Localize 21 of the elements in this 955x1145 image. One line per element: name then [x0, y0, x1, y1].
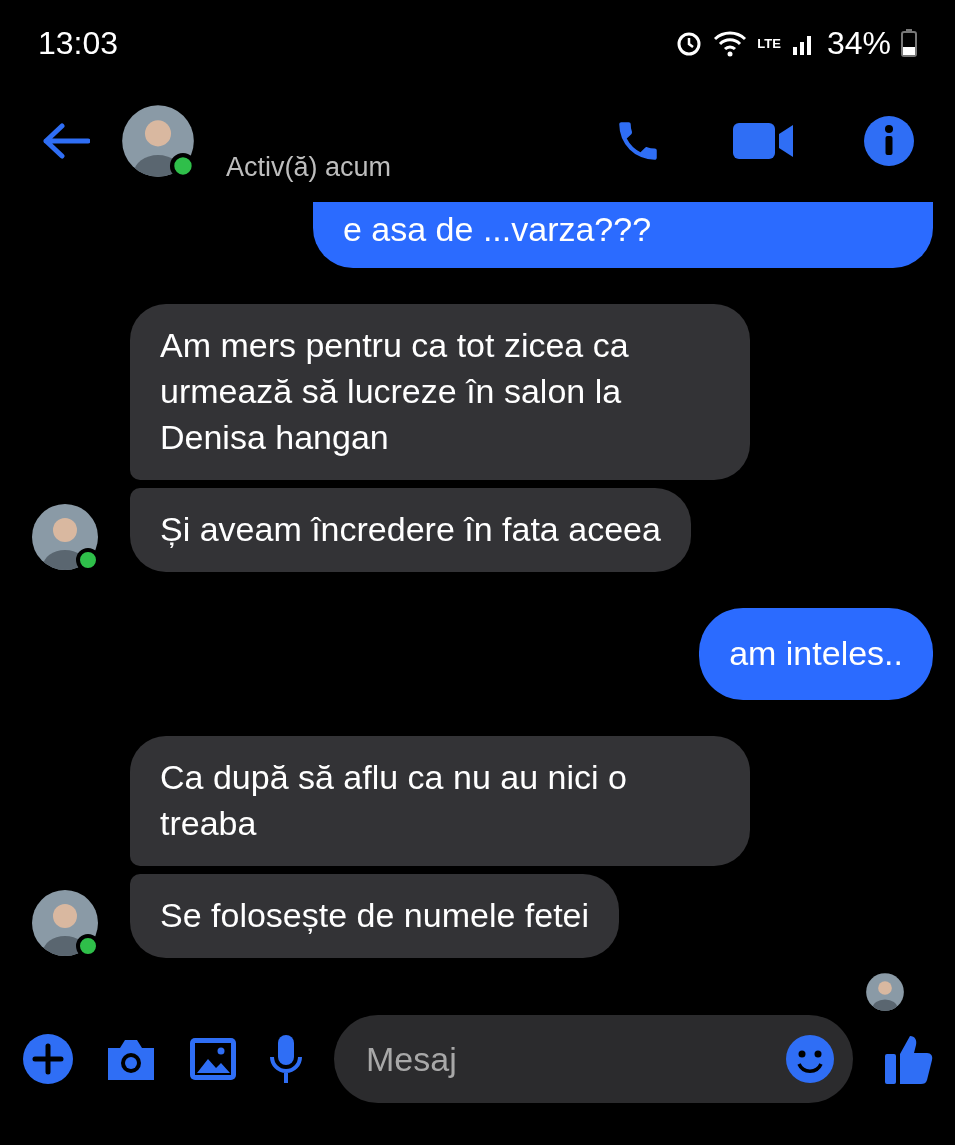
received-message: Am mers pentru ca tot zicea ca urmează să lucreze în salon la Denisa hangan — [130, 304, 750, 480]
received-message: Și aveam încredere în fata aceea — [130, 488, 691, 572]
info-icon[interactable] — [863, 115, 915, 167]
active-status: Activ(ă) acum — [226, 151, 392, 183]
emoji-icon[interactable] — [785, 1034, 835, 1084]
back-icon[interactable] — [42, 123, 90, 159]
received-message: Ca după să aflu ca nu au nici o treaba — [130, 736, 750, 866]
battery-level: 34% — [826, 24, 891, 62]
message-input[interactable]: Mesaj — [334, 1015, 853, 1103]
image-icon[interactable] — [188, 1036, 238, 1082]
sent-message: e asa de ...varza??? — [313, 202, 933, 268]
battery-icon — [901, 29, 917, 57]
network-label: LTE — [757, 36, 781, 50]
plus-icon[interactable] — [22, 1033, 74, 1085]
microphone-icon[interactable] — [268, 1033, 304, 1085]
avatar-icon[interactable] — [865, 972, 905, 1012]
sent-message: am inteles.. — [699, 608, 933, 700]
wifi-icon — [713, 29, 748, 57]
received-message: Se folosește de numele fetei — [130, 874, 620, 958]
status-time: 13:03 — [38, 24, 119, 62]
message-field[interactable]: Mesaj — [364, 1038, 785, 1080]
